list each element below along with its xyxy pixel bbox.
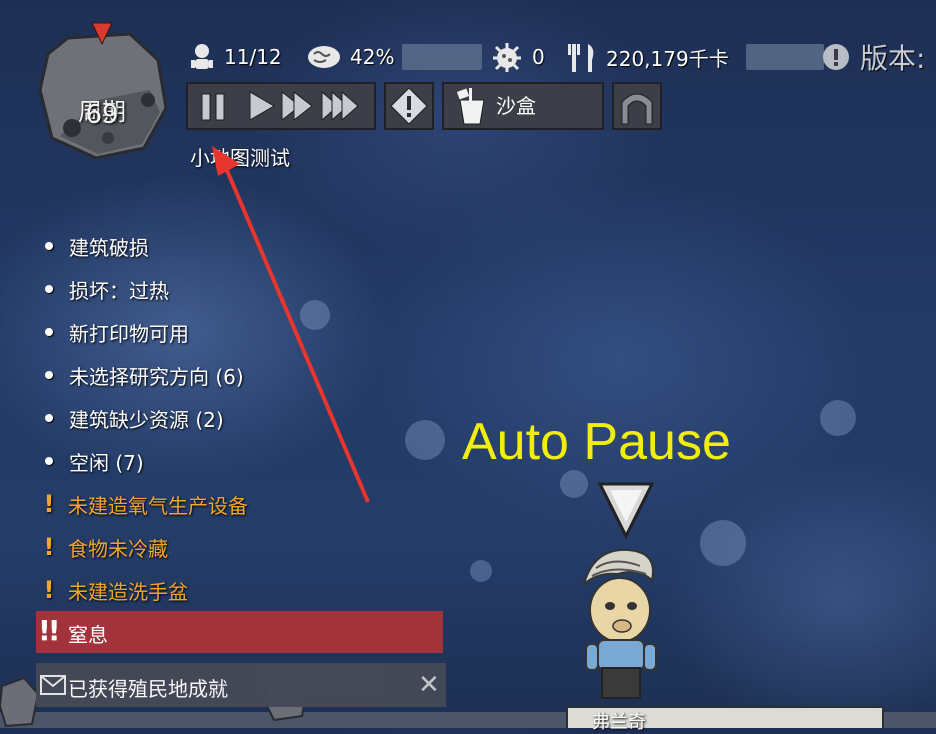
notification-item[interactable]: 空闲 (7) <box>40 444 144 478</box>
notification-text: 空闲 (7) <box>69 450 144 475</box>
fork-knife-icon <box>568 44 594 72</box>
bullet-icon <box>45 457 53 465</box>
notification-text: 新打印物可用 <box>69 321 189 346</box>
bullet-icon <box>45 242 53 250</box>
version-stat: 版本: <box>820 40 926 75</box>
calories-value: 220,179千卡 <box>606 46 729 71</box>
calories-stat[interactable]: 220,179千卡 <box>566 40 729 74</box>
bullet-icon <box>45 371 53 379</box>
sandbox-button[interactable]: 沙盒 <box>442 82 604 130</box>
speed-controls <box>186 82 376 130</box>
locked-feature-button[interactable] <box>612 82 662 130</box>
duplicant-character-icon[interactable] <box>574 544 674 714</box>
play-normal-icon[interactable] <box>249 91 275 121</box>
bullet-icon <box>45 414 53 422</box>
notification-text: 损坏：过热 <box>69 278 169 303</box>
notification-item[interactable]: 损坏：过热 <box>40 272 169 306</box>
achievement-notice[interactable]: 已获得殖民地成就 ✕ <box>36 663 446 707</box>
sick-stat[interactable]: 0 <box>490 40 545 74</box>
duplicant-count-value: 11/12 <box>224 45 282 69</box>
warning-text: 食物未冷藏 <box>68 536 168 561</box>
exclamation-icon: ! <box>43 490 55 518</box>
achievement-text: 已获得殖民地成就 <box>68 677 228 701</box>
play-fastest-icon[interactable] <box>321 90 359 122</box>
annotation-arrow <box>212 146 370 503</box>
warning-item[interactable]: ! 食物未冷藏 <box>40 530 168 564</box>
envelope-icon <box>40 675 66 695</box>
brain-icon <box>308 46 340 68</box>
pause-icon[interactable] <box>201 93 225 121</box>
cycle-indicator[interactable]: 周期 69 <box>38 30 168 160</box>
sandbox-bucket-icon <box>456 88 485 125</box>
gateway-arch-icon <box>621 93 653 125</box>
bullet-icon <box>45 285 53 293</box>
warning-item[interactable]: ! 未建造洗手盆 <box>40 573 188 607</box>
cycle-number: 69 <box>85 100 119 130</box>
close-icon[interactable]: ✕ <box>418 670 440 700</box>
sandbox-label: 沙盒 <box>496 94 536 118</box>
version-label: 版本: <box>860 42 926 75</box>
auto-pause-caption: Auto Pause <box>462 413 731 471</box>
alert-diamond-icon <box>390 87 428 125</box>
warning-circle-icon <box>823 44 849 70</box>
redacted-area <box>746 44 824 70</box>
double-exclamation-icon: !! <box>38 614 60 647</box>
day-marker-icon <box>91 22 113 46</box>
stress-stat[interactable]: 42% <box>306 40 394 74</box>
notification-item[interactable]: 建筑缺少资源 (2) <box>40 401 224 435</box>
exclamation-icon: ! <box>43 576 55 604</box>
germ-icon <box>493 43 521 72</box>
duplicant-count[interactable]: 11/12 <box>188 40 282 74</box>
notification-item[interactable]: 建筑破损 <box>40 229 149 263</box>
notification-text: 建筑破损 <box>69 235 149 260</box>
red-alert-button[interactable] <box>384 82 434 130</box>
notification-item[interactable]: 新打印物可用 <box>40 315 189 349</box>
exclamation-icon: ! <box>43 533 55 561</box>
stress-value: 42% <box>350 45 395 69</box>
alert-text: 窒息 <box>68 623 108 647</box>
redacted-area <box>402 44 482 70</box>
warning-text: 未建造洗手盆 <box>68 579 188 604</box>
selection-marker-icon <box>597 482 655 540</box>
bullet-icon <box>45 328 53 336</box>
duplicant-icon <box>191 44 213 69</box>
rock-tile-icon <box>0 676 40 728</box>
sick-value: 0 <box>532 45 545 69</box>
suffocation-alert[interactable]: !! 窒息 <box>36 611 443 653</box>
play-fast-icon[interactable] <box>281 90 313 122</box>
